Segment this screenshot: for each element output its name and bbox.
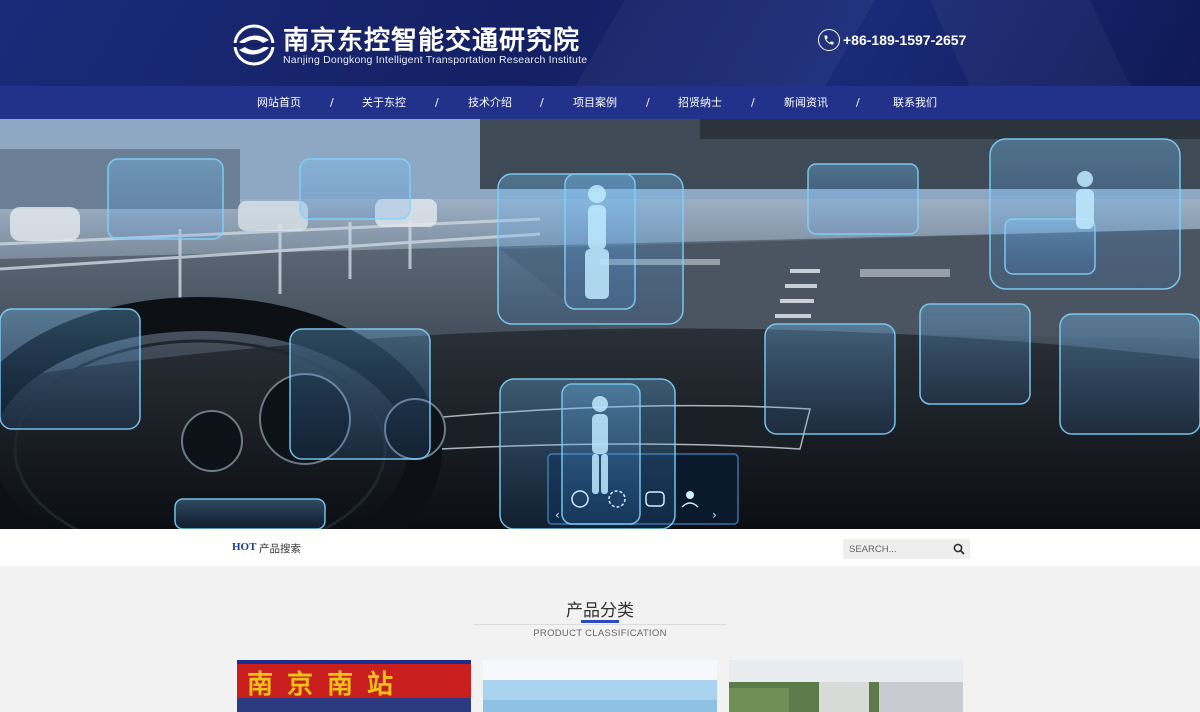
- main-nav: 网站首页 / 关于东控 / 技术介绍 / 项目案例 / 招贤纳士 / 新闻资讯 …: [0, 86, 1200, 119]
- nav-separator: /: [540, 96, 544, 109]
- product-image: 南京南站: [237, 660, 471, 712]
- section-title: 产品分类: [566, 601, 634, 621]
- nav-separator: /: [435, 96, 439, 109]
- nav-separator: /: [330, 96, 334, 109]
- nav-item-about[interactable]: 关于东控: [362, 86, 406, 119]
- site-title-en: Nanjing Dongkong Intelligent Transportat…: [283, 54, 588, 66]
- nav-item-contact[interactable]: 联系我们: [893, 86, 937, 119]
- site-header: 南京东控智能交通研究院 Nanjing Dongkong Intelligent…: [0, 0, 1200, 86]
- nav-item-home[interactable]: 网站首页: [257, 86, 301, 119]
- section-accent-bar: [581, 620, 619, 623]
- nav-separator: /: [751, 96, 755, 109]
- search-input[interactable]: [843, 539, 948, 559]
- nav-item-projects[interactable]: 项目案例: [573, 86, 617, 119]
- nav-item-technology[interactable]: 技术介绍: [468, 86, 512, 119]
- dongkong-logo-icon[interactable]: [233, 24, 275, 66]
- phone-number: +86-189-1597-2657: [843, 32, 967, 48]
- product-card[interactable]: 南京南站: [237, 660, 471, 712]
- hero-illustration: ‹ ›: [0, 119, 1200, 529]
- section-subtitle: PRODUCT CLASSIFICATION: [533, 628, 667, 639]
- svg-text:‹: ‹: [555, 508, 560, 522]
- section-divider: [474, 624, 726, 625]
- hot-label: HOT: [232, 541, 257, 553]
- nav-item-news[interactable]: 新闻资讯: [784, 86, 828, 119]
- product-image: [483, 660, 717, 712]
- nav-item-careers[interactable]: 招贤纳士: [678, 86, 722, 119]
- search-icon[interactable]: [952, 542, 966, 556]
- product-card[interactable]: [483, 660, 717, 712]
- search-box: [843, 539, 970, 559]
- station-sign-text: 南京南站: [247, 669, 407, 700]
- search-bar: HOT 产品搜索: [0, 529, 1200, 566]
- contact-phone[interactable]: +86-189-1597-2657: [818, 29, 966, 51]
- product-card[interactable]: [729, 660, 963, 712]
- nav-separator: /: [646, 96, 650, 109]
- hero-banner: ‹ ›: [0, 119, 1200, 529]
- svg-text:›: ›: [712, 508, 717, 522]
- site-title-cn[interactable]: 南京东控智能交通研究院: [283, 20, 580, 57]
- nav-separator: /: [856, 96, 860, 109]
- product-image: [729, 660, 963, 712]
- hot-search-text: 产品搜索: [259, 543, 301, 555]
- phone-icon: [818, 29, 840, 51]
